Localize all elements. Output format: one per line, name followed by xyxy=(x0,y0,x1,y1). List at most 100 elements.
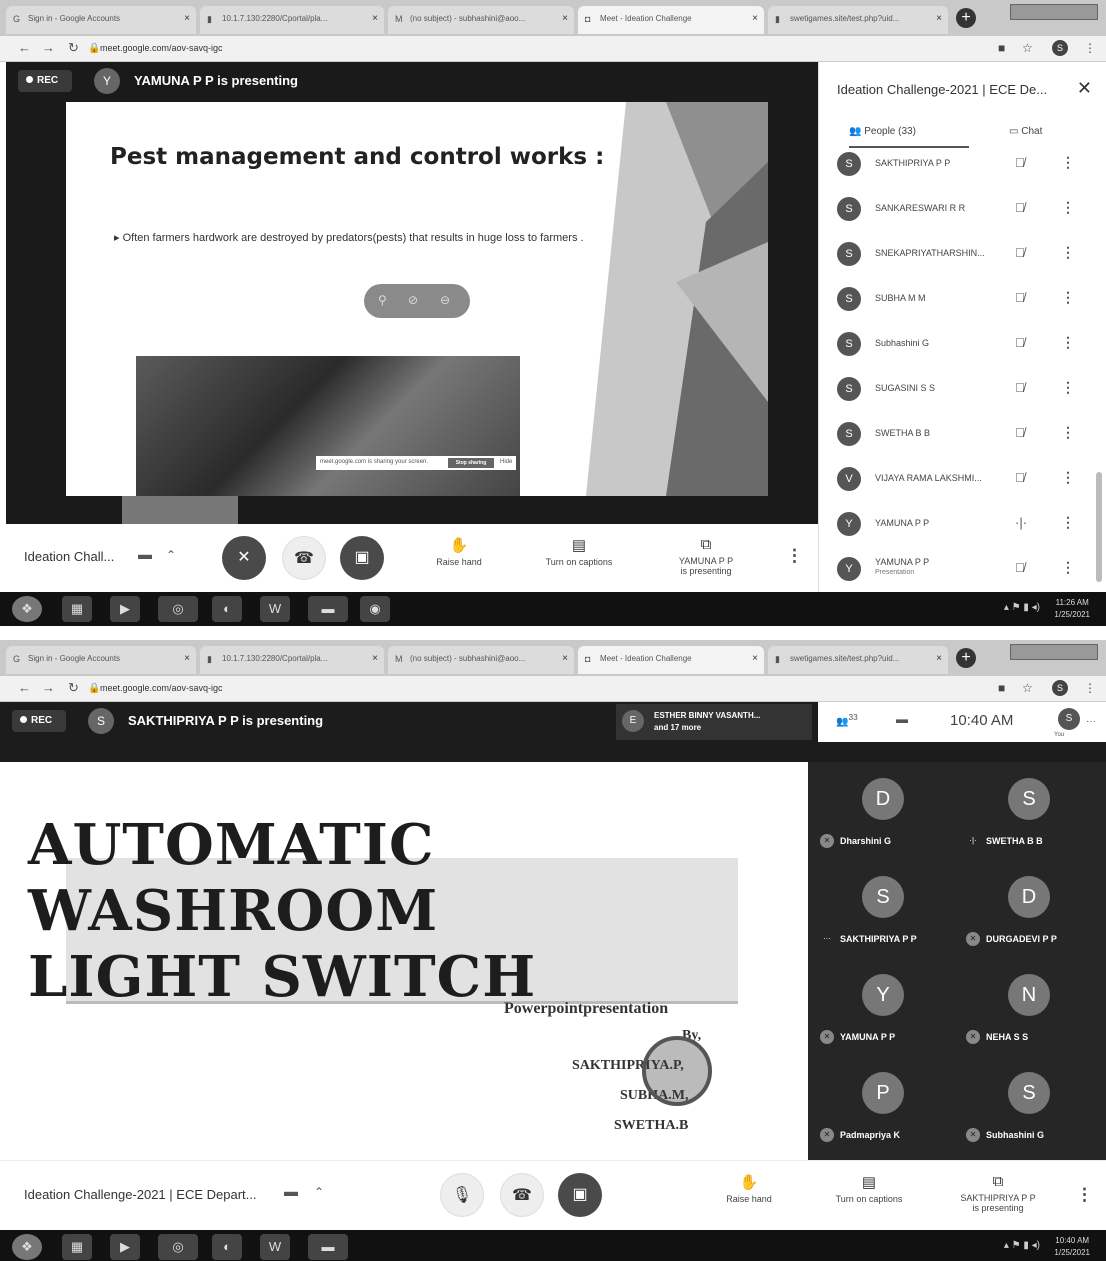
leave-call-button[interactable]: ☎ xyxy=(282,536,326,580)
remove-icon[interactable]: ⊖ xyxy=(440,293,450,307)
tab-meet[interactable]: ◘ Meet - Ideation Challenge × xyxy=(578,6,764,34)
firefox-icon[interactable]: ◐ xyxy=(212,1234,242,1260)
tab-meet[interactable]: ◘ Meet - Ideation Challenge × xyxy=(578,646,764,674)
participant-row[interactable]: S SWETHA B B 🎙̸ ⋮ xyxy=(835,414,1089,454)
camera-icon[interactable]: ■ xyxy=(998,41,1005,55)
tab-people[interactable]: 👥 People (33) xyxy=(849,126,916,137)
menu-icon[interactable]: ⋮ xyxy=(1084,681,1096,695)
leave-call-button[interactable]: ☎ xyxy=(500,1173,544,1217)
stop-sharing-button[interactable]: Stop sharing xyxy=(448,458,494,468)
participant-tile[interactable]: D ✕ DURGADEVI P P xyxy=(960,870,1100,966)
start-icon[interactable]: ❖ xyxy=(12,596,42,622)
camera-icon[interactable]: ■ xyxy=(998,681,1005,695)
start-icon[interactable]: ❖ xyxy=(12,1234,42,1260)
participant-tile[interactable]: S ·|· SWETHA B B xyxy=(960,772,1100,868)
system-clock[interactable]: 10:40 AM 1/25/2021 xyxy=(1054,1235,1090,1259)
participant-row[interactable]: S SNEKAPRIYATHARSHIN... 🎙̸ ⋮ xyxy=(835,234,1089,274)
close-icon[interactable]: × xyxy=(184,653,190,664)
self-avatar[interactable]: S xyxy=(1058,708,1080,730)
tab-google-accounts[interactable]: G Sign in - Google Accounts × xyxy=(6,646,196,674)
close-icon[interactable]: × xyxy=(372,653,378,664)
more-icon[interactable]: ⋮ xyxy=(1061,289,1075,306)
scrollbar[interactable] xyxy=(1096,472,1102,582)
folder-icon[interactable]: ▬ xyxy=(308,1234,348,1260)
participant-row[interactable]: S Subhashini G 🎙̸ ⋮ xyxy=(835,324,1089,364)
chrome-icon[interactable]: ◎ xyxy=(158,596,198,622)
participant-tile[interactable]: D ✕ Dharshini G xyxy=(814,772,954,868)
participant-tile[interactable]: N ✕ NEHA S S xyxy=(960,968,1100,1064)
media-icon[interactable]: ▶ xyxy=(110,1234,140,1260)
participant-row[interactable]: S SUGASINI S S 🎙̸ ⋮ xyxy=(835,369,1089,409)
url-field[interactable]: meet.google.com/aov-savq-igc xyxy=(100,43,223,53)
more-icon[interactable]: ··· xyxy=(1086,716,1096,727)
people-button[interactable]: 👥33 xyxy=(836,712,858,727)
meeting-title[interactable]: Ideation Chall... xyxy=(24,549,114,564)
star-icon[interactable]: ☆ xyxy=(1022,41,1033,55)
word-icon[interactable]: W xyxy=(260,596,290,622)
tab-google-accounts[interactable]: G Sign in - Google Accounts × xyxy=(6,6,196,34)
window-controls[interactable] xyxy=(1010,4,1098,20)
captions-button[interactable]: ▤ Turn on captions xyxy=(534,536,624,567)
raise-hand-button[interactable]: ✋ Raise hand xyxy=(426,536,492,567)
more-icon[interactable]: ⋮ xyxy=(1061,379,1075,396)
more-icon[interactable]: ⋮ xyxy=(1061,469,1075,486)
chevron-up-icon[interactable]: ⌃ xyxy=(314,1185,324,1199)
menu-icon[interactable]: ⋮ xyxy=(1084,41,1096,55)
tab-mail[interactable]: M (no subject) - subhashini@aoo... × xyxy=(388,6,574,34)
presenting-button[interactable]: ⧉ SAKTHIPRIYA P Pis presenting xyxy=(950,1173,1046,1213)
back-icon[interactable]: ← xyxy=(18,680,31,695)
more-icon[interactable]: ⋮ xyxy=(1061,334,1075,351)
new-tab-button[interactable]: + xyxy=(956,648,976,668)
reload-icon[interactable]: ↻ xyxy=(68,680,79,696)
more-icon[interactable]: ⋮ xyxy=(1061,154,1075,171)
participant-tile[interactable]: P ✕ Padmapriya K xyxy=(814,1066,954,1162)
more-icon[interactable]: ⋮ xyxy=(1061,244,1075,261)
pin-icon[interactable]: ⚲ xyxy=(378,293,387,307)
chrome-icon[interactable]: ◎ xyxy=(158,1234,198,1260)
media-icon[interactable]: ▶ xyxy=(110,596,140,622)
close-panel-icon[interactable]: ✕ xyxy=(1077,78,1092,99)
more-icon[interactable]: ⋮ xyxy=(1061,514,1075,531)
system-tray[interactable]: ▴ ⚑ ▮ ◂) xyxy=(1004,1240,1040,1251)
window-controls[interactable] xyxy=(1010,644,1098,660)
system-clock[interactable]: 11:26 AM 1/25/2021 xyxy=(1054,597,1090,621)
folder-icon[interactable]: ▬ xyxy=(308,596,348,622)
close-icon[interactable]: × xyxy=(936,13,942,24)
participant-tile[interactable]: Y ✕ YAMUNA P P xyxy=(814,968,954,1064)
more-icon[interactable]: ⋮ xyxy=(1061,559,1075,576)
participant-row[interactable]: V VIJAYA RAMA LAKSHMI... 🎙̸ ⋮ xyxy=(835,459,1089,499)
participant-tile[interactable]: S ··· SAKTHIPRIYA P P xyxy=(814,870,954,966)
mic-off-button[interactable]: ✕ xyxy=(222,536,266,580)
mic-button[interactable]: 🎙 xyxy=(440,1173,484,1217)
word-icon[interactable]: W xyxy=(260,1234,290,1260)
participant-tile[interactable]: S ✕ Subhashini G xyxy=(960,1066,1100,1162)
raise-hand-button[interactable]: ✋ Raise hand xyxy=(716,1173,782,1204)
captions-button[interactable]: ▤ Turn on captions xyxy=(824,1173,914,1204)
star-icon[interactable]: ☆ xyxy=(1022,681,1033,695)
close-icon[interactable]: × xyxy=(372,13,378,24)
tab-chat[interactable]: ▭ Chat xyxy=(1009,126,1042,137)
tab-mail[interactable]: M (no subject) - subhashini@aoo... × xyxy=(388,646,574,674)
other-participants-chip[interactable]: E ESTHER BINNY VASANTH... and 17 more xyxy=(616,704,812,740)
profile-avatar[interactable]: S xyxy=(1052,40,1068,56)
tab-swetigames[interactable]: ▮ swetigames.site/test.php?uid... × xyxy=(768,6,948,34)
more-icon[interactable]: ⋮ xyxy=(1061,199,1075,216)
camera-off-button[interactable]: ▣ xyxy=(340,536,384,580)
forward-icon[interactable]: → xyxy=(42,680,55,695)
chevron-up-icon[interactable]: ⌃ xyxy=(166,548,176,562)
close-icon[interactable]: × xyxy=(752,13,758,24)
close-icon[interactable]: × xyxy=(936,653,942,664)
close-icon[interactable]: × xyxy=(562,13,568,24)
participant-row[interactable]: S SANKARESWARI R R 🎙̸ ⋮ xyxy=(835,189,1089,229)
firefox-icon[interactable]: ◐ xyxy=(212,596,242,622)
back-icon[interactable]: ← xyxy=(18,40,31,55)
close-icon[interactable]: × xyxy=(752,653,758,664)
participant-row[interactable]: S SAKTHIPRIYA P P 🎙̸ ⋮ xyxy=(835,144,1089,184)
participant-row[interactable]: S SUBHA M M 🎙̸ ⋮ xyxy=(835,279,1089,319)
app-icon[interactable]: ◉ xyxy=(360,596,390,622)
more-options-icon[interactable]: ⋮ xyxy=(1076,1185,1093,1205)
tab-portal[interactable]: ▮ 10.1.7.130:2280/Cportal/pla... × xyxy=(200,6,384,34)
presenting-button[interactable]: ⧉ YAMUNA P Pis presenting xyxy=(664,536,748,576)
tab-swetigames[interactable]: ▮ swetigames.site/test.php?uid... × xyxy=(768,646,948,674)
chat-icon[interactable]: ▬ xyxy=(896,712,908,726)
